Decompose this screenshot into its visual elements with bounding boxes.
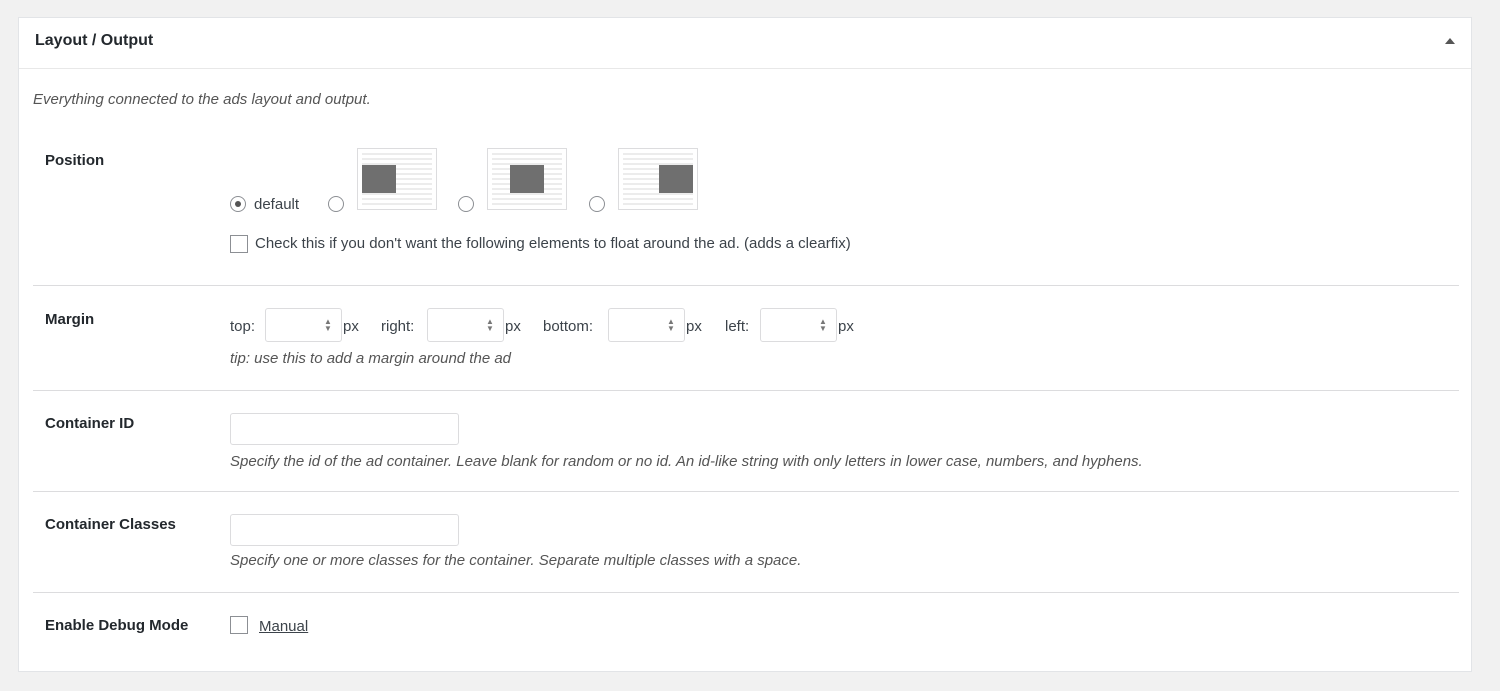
manual-link[interactable]: Manual: [259, 618, 308, 635]
margin-row: Margin top: ▲ ▼ px right: ▲ ▼ px bottom: ▲…: [33, 286, 1459, 391]
container-classes-row: Container Classes Specify one or more cl…: [33, 492, 1459, 593]
spinner-icon[interactable]: ▲ ▼: [667, 318, 675, 333]
debug-checkbox[interactable]: [230, 616, 248, 634]
margin-left-unit: px: [838, 318, 854, 335]
spinner-icon[interactable]: ▲ ▼: [486, 318, 494, 333]
position-default-radio[interactable]: [230, 196, 246, 212]
margin-left-label: left:: [725, 318, 750, 335]
position-label: Position: [45, 152, 105, 169]
margin-right-unit: px: [505, 318, 521, 335]
position-float-right-radio[interactable]: [589, 196, 605, 212]
margin-top-input[interactable]: ▲ ▼: [265, 308, 342, 342]
margin-bottom-unit: px: [686, 318, 702, 335]
container-id-row: Container ID Specify the id of the ad co…: [33, 391, 1459, 492]
clearfix-checkbox[interactable]: [230, 235, 248, 253]
position-center-radio[interactable]: [458, 196, 474, 212]
margin-tip: tip: use this to add a margin around the…: [230, 350, 512, 367]
margin-top-unit: px: [343, 318, 359, 335]
margin-right-input[interactable]: ▲ ▼: [427, 308, 504, 342]
debug-row: Enable Debug Mode Manual: [33, 593, 1459, 663]
container-id-hint: Specify the id of the ad container. Leav…: [230, 453, 1143, 470]
position-row: Position default Check this if you don't…: [33, 128, 1459, 286]
container-id-input[interactable]: [230, 413, 459, 445]
layout-output-panel: Layout / Output Everything connected to …: [18, 17, 1472, 672]
container-classes-label: Container Classes: [45, 516, 176, 533]
panel-title: Layout / Output: [35, 32, 154, 49]
center-thumb-icon[interactable]: [487, 148, 567, 210]
spinner-icon[interactable]: ▲ ▼: [819, 318, 827, 333]
position-default-label[interactable]: default: [254, 196, 299, 213]
collapse-arrow-icon[interactable]: [1445, 38, 1455, 44]
clearfix-label[interactable]: Check this if you don't want the followi…: [255, 235, 851, 252]
margin-left-input[interactable]: ▲ ▼: [760, 308, 837, 342]
float-left-thumb-icon[interactable]: [357, 148, 437, 210]
container-id-label: Container ID: [45, 415, 135, 432]
debug-label: Enable Debug Mode: [45, 617, 189, 634]
container-classes-input[interactable]: [230, 514, 459, 546]
panel-header[interactable]: Layout / Output: [19, 18, 1471, 69]
margin-bottom-label: bottom:: [543, 318, 594, 335]
margin-top-label: top:: [230, 318, 256, 335]
margin-bottom-input[interactable]: ▲ ▼: [608, 308, 685, 342]
panel-description: Everything connected to the ads layout a…: [33, 91, 371, 108]
float-right-thumb-icon[interactable]: [618, 148, 698, 210]
container-classes-hint: Specify one or more classes for the cont…: [230, 552, 802, 569]
margin-label: Margin: [45, 311, 95, 328]
spinner-icon[interactable]: ▲ ▼: [324, 318, 332, 333]
position-float-left-radio[interactable]: [328, 196, 344, 212]
margin-right-label: right:: [381, 318, 415, 335]
